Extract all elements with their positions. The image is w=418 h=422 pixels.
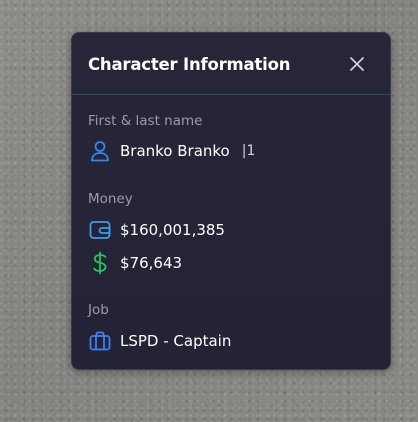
character-info-panel: Character Information First & last name … (71, 32, 391, 370)
panel-title: Character Information (88, 54, 291, 74)
user-icon (88, 139, 112, 163)
job-row: LSPD - Captain (88, 329, 231, 353)
briefcase-icon (88, 329, 112, 353)
dollar-icon (88, 251, 112, 275)
close-button[interactable] (348, 55, 366, 73)
bank-money-row: $160,001,385 (88, 218, 225, 242)
job-value: LSPD - Captain (120, 332, 232, 350)
job-section-label: Job (88, 302, 109, 318)
name-section-label: First & last name (88, 113, 203, 129)
wallet-icon (88, 218, 112, 242)
panel-header: Character Information (72, 33, 390, 95)
character-id: |1 (241, 143, 256, 159)
close-icon (350, 56, 364, 71)
character-name: Branko Branko (120, 142, 230, 160)
cash-money-row: $76,643 (88, 251, 182, 275)
cash-money-value: $76,643 (120, 254, 183, 272)
money-section-label: Money (88, 191, 133, 207)
bank-money-value: $160,001,385 (120, 221, 225, 239)
name-row: Branko Branko |1 (88, 139, 255, 163)
